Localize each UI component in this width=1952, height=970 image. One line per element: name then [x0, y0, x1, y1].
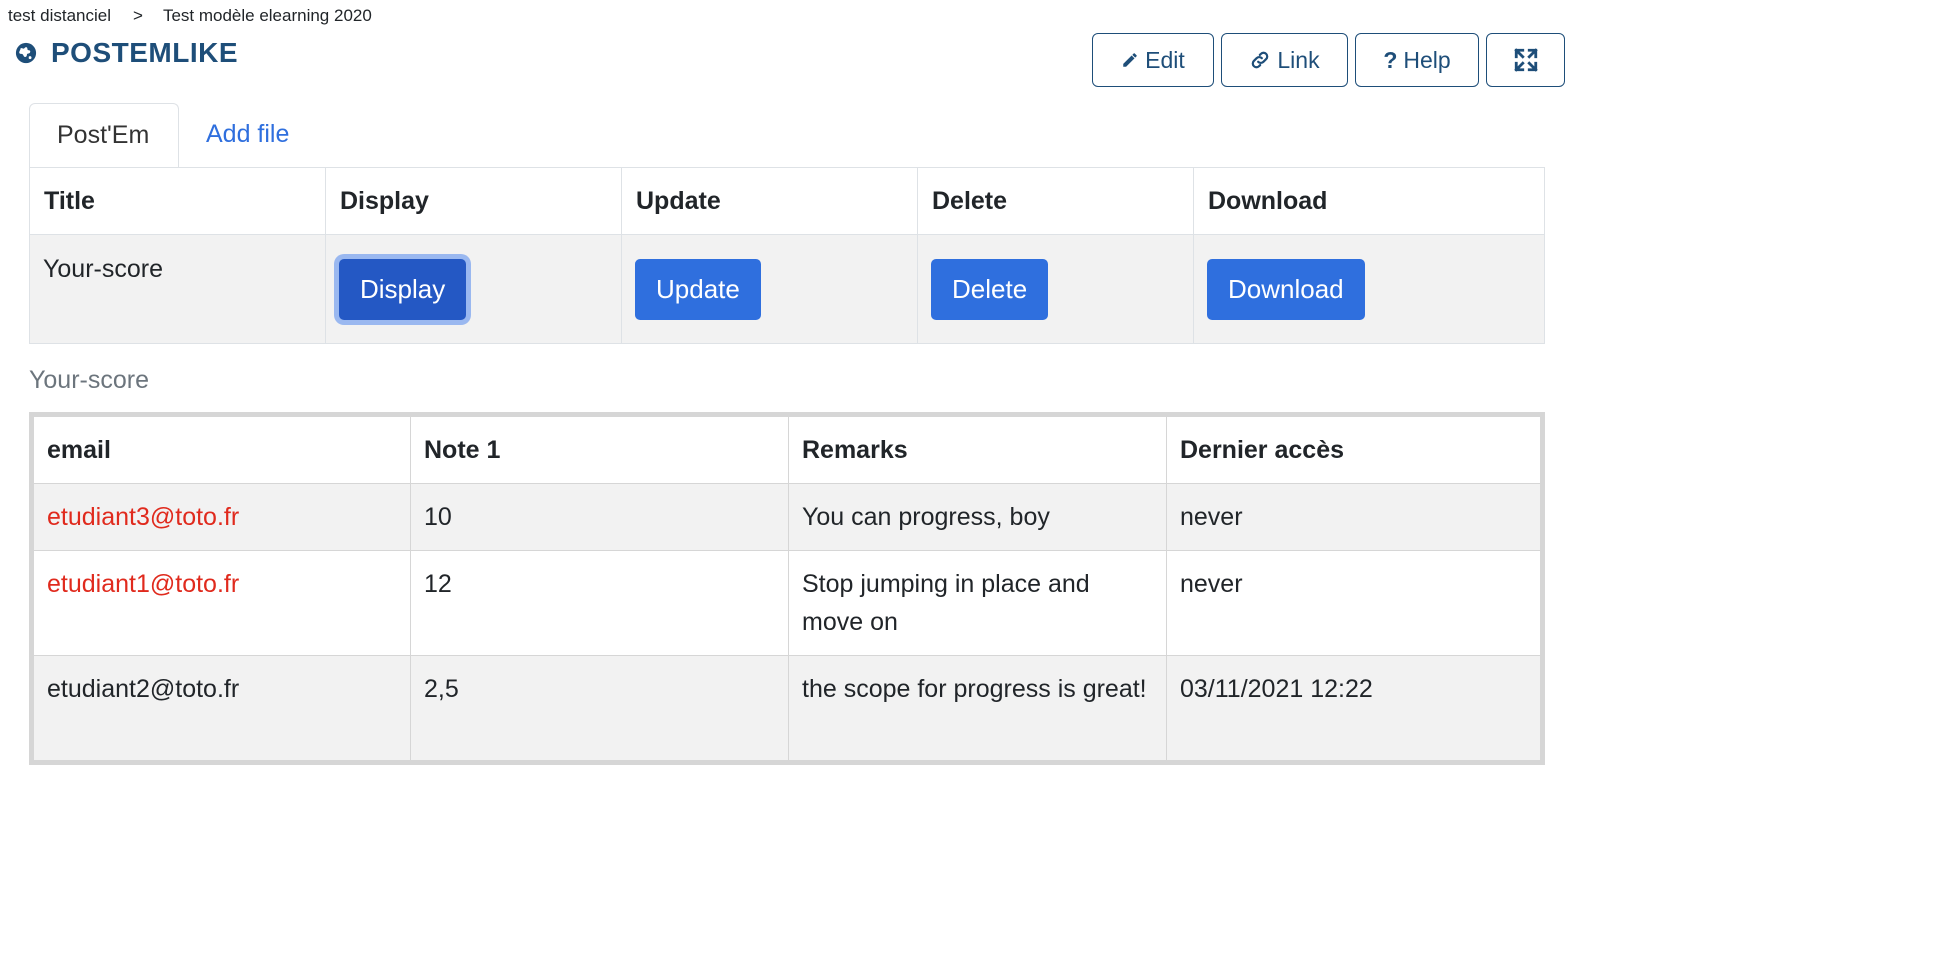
- download-cell: Download: [1193, 234, 1545, 344]
- email-cell: etudiant1@toto.fr: [33, 550, 411, 656]
- link-icon: [1249, 49, 1271, 71]
- help-button[interactable]: ? Help: [1355, 33, 1479, 87]
- last-access-cell: never: [1166, 483, 1541, 551]
- table-header-row: Title Display Update Delete Download: [29, 167, 1545, 235]
- column-header-title: Title: [29, 167, 326, 235]
- remarks-cell: You can progress, boy: [788, 483, 1167, 551]
- question-icon: ?: [1383, 46, 1398, 73]
- note-cell: 2,5: [410, 655, 789, 761]
- last-access-cell: 03/11/2021 12:22: [1166, 655, 1541, 761]
- edit-label: Edit: [1145, 46, 1185, 73]
- link-button[interactable]: Link: [1221, 33, 1348, 87]
- breadcrumb: test distanciel > Test modèle elearning …: [8, 6, 372, 26]
- scores-table-frame: email Note 1 Remarks Dernier accès etudi…: [29, 412, 1545, 765]
- table-row: Your-score Display Update Delete Downloa…: [29, 234, 1545, 344]
- tab-postem[interactable]: Post'Em: [29, 103, 179, 169]
- update-cell: Update: [621, 234, 918, 344]
- tab-add-file[interactable]: Add file: [179, 101, 316, 167]
- table-row: etudiant3@toto.fr 10 You can progress, b…: [33, 483, 1541, 551]
- section-title: Your-score: [29, 366, 149, 394]
- globe-icon: [15, 42, 37, 64]
- table-header-row: email Note 1 Remarks Dernier accès: [33, 416, 1541, 484]
- delete-button[interactable]: Delete: [931, 258, 1049, 320]
- pencil-icon: [1121, 51, 1139, 69]
- column-header-download: Download: [1193, 167, 1545, 235]
- update-button[interactable]: Update: [635, 258, 761, 320]
- column-header-last-access: Dernier accès: [1166, 416, 1541, 484]
- last-access-cell: never: [1166, 550, 1541, 656]
- column-header-remarks: Remarks: [788, 416, 1167, 484]
- remarks-cell: Stop jumping in place and move on: [788, 550, 1167, 656]
- files-table: Title Display Update Delete Download You…: [29, 167, 1545, 344]
- edit-button[interactable]: Edit: [1092, 33, 1214, 87]
- fullscreen-button[interactable]: [1486, 33, 1565, 87]
- note-cell: 12: [410, 550, 789, 656]
- page-title: POSTEMLIKE: [51, 37, 239, 68]
- column-header-email: email: [33, 416, 411, 484]
- toolbar: Edit Link ? Help: [1092, 33, 1565, 87]
- delete-cell: Delete: [917, 234, 1194, 344]
- email-cell: etudiant2@toto.fr: [33, 655, 411, 761]
- table-row: etudiant1@toto.fr 12 Stop jumping in pla…: [33, 550, 1541, 656]
- page: test distanciel > Test modèle elearning …: [0, 0, 1952, 970]
- remarks-cell: the scope for progress is great!: [788, 655, 1167, 761]
- column-header-update: Update: [621, 167, 918, 235]
- tab-bar: Post'Em Add file: [29, 100, 1545, 169]
- column-header-note: Note 1: [410, 416, 789, 484]
- column-header-delete: Delete: [917, 167, 1194, 235]
- file-title-cell: Your-score: [29, 234, 326, 344]
- display-button[interactable]: Display: [339, 258, 467, 320]
- email-cell: etudiant3@toto.fr: [33, 483, 411, 551]
- tool-header: POSTEMLIKE: [15, 37, 238, 69]
- note-cell: 10: [410, 483, 789, 551]
- breadcrumb-item-site[interactable]: test distanciel: [8, 6, 111, 26]
- help-label: Help: [1403, 46, 1451, 73]
- link-label: Link: [1277, 46, 1320, 73]
- download-button[interactable]: Download: [1207, 258, 1365, 320]
- display-cell: Display: [325, 234, 622, 344]
- scores-table: email Note 1 Remarks Dernier accès etudi…: [33, 416, 1541, 761]
- breadcrumb-separator: >: [133, 6, 143, 25]
- column-header-display: Display: [325, 167, 622, 235]
- breadcrumb-item-course[interactable]: Test modèle elearning 2020: [163, 6, 372, 26]
- expand-icon: [1513, 47, 1539, 73]
- table-row: etudiant2@toto.fr 2,5 the scope for prog…: [33, 655, 1541, 761]
